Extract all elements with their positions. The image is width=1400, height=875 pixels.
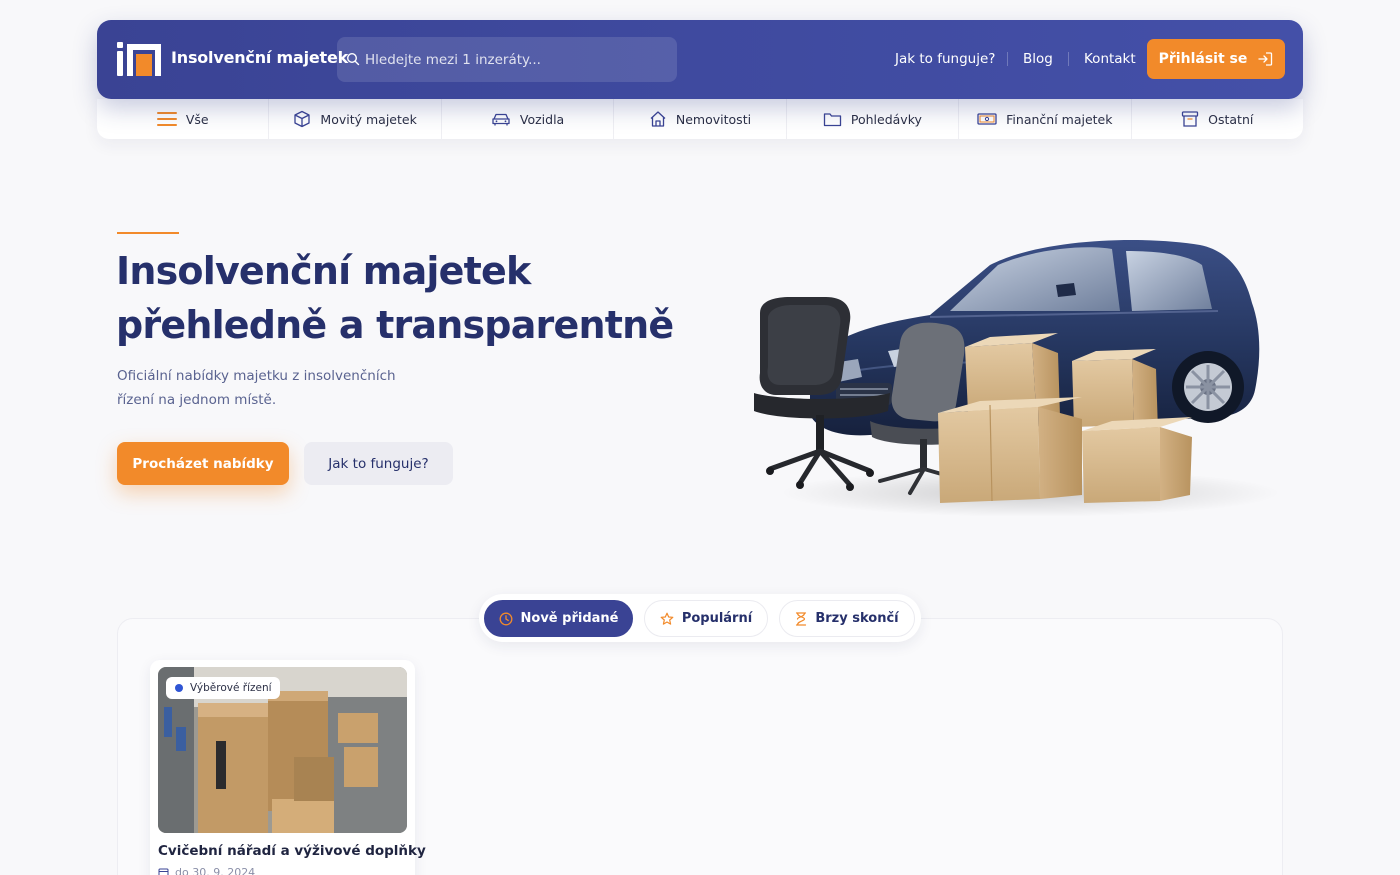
- listing-date: do 30. 9. 2024: [175, 866, 256, 875]
- hero-subtitle-line-1: Oficiální nabídky majetku z insolvenčníc…: [117, 368, 396, 384]
- category-label: Pohledávky: [850, 111, 922, 127]
- nav-separator: [1007, 52, 1008, 66]
- category-bar: Vše Movitý majetek Vozidla Nemovitosti P…: [97, 99, 1303, 139]
- brand-logo-icon[interactable]: [117, 42, 161, 76]
- folder-icon: [823, 113, 842, 127]
- archive-icon: [1181, 111, 1199, 127]
- hero-accent-line: [117, 232, 179, 234]
- hero-title-line-1: Insolvenční majetek: [116, 249, 531, 293]
- hero-title: Insolvenční majetek přehledně a transpar…: [116, 244, 736, 352]
- clock-icon: [499, 612, 512, 625]
- hero-subtitle: Oficiální nabídky majetku z insolvenčníc…: [117, 365, 417, 412]
- listing-title[interactable]: Cvičební nářadí a výživové doplňky: [158, 843, 426, 859]
- brand-name[interactable]: Insolvenční majetek: [171, 48, 348, 67]
- login-label: Přihlásit se: [1158, 51, 1248, 67]
- browse-offers-button[interactable]: Procházet nabídky: [117, 442, 289, 485]
- category-real-estate[interactable]: Nemovitosti: [614, 99, 787, 139]
- tab-label: Nově přidané: [520, 611, 619, 626]
- star-icon: [660, 612, 674, 625]
- nav-how-it-works[interactable]: Jak to funguje?: [895, 51, 995, 67]
- tab-ending-soon[interactable]: Brzy skončí: [779, 600, 915, 637]
- category-financial-assets[interactable]: Finanční majetek: [959, 99, 1132, 139]
- search-icon: [346, 52, 360, 66]
- nav-blog[interactable]: Blog: [1023, 51, 1053, 67]
- box-icon: [294, 110, 311, 128]
- status-dot: [175, 684, 183, 692]
- login-icon: [1258, 52, 1273, 66]
- listing-meta: do 30. 9. 2024: [158, 866, 255, 875]
- login-button[interactable]: Přihlásit se: [1147, 39, 1285, 79]
- hero-subtitle-line-2: řízení na jednom místě.: [117, 391, 277, 408]
- category-label: Finanční majetek: [1006, 111, 1113, 127]
- listing-badge: Výběrové řízení: [166, 677, 280, 699]
- tab-label: Brzy skončí: [815, 611, 899, 626]
- hourglass-icon: [796, 611, 807, 626]
- category-all[interactable]: Vše: [97, 99, 270, 139]
- tab-popular[interactable]: Populární: [644, 600, 768, 637]
- category-other[interactable]: Ostatní: [1132, 99, 1303, 139]
- car-icon: [492, 113, 510, 126]
- category-receivables[interactable]: Pohledávky: [787, 99, 960, 139]
- how-it-works-button[interactable]: Jak to funguje?: [304, 442, 453, 485]
- category-label: Nemovitosti: [675, 111, 752, 127]
- nav-separator: [1068, 52, 1069, 66]
- tab-label: Populární: [681, 611, 753, 626]
- nav-contact[interactable]: Kontakt: [1084, 51, 1136, 67]
- top-header: Insolvenční majetek Jak to funguje? Blog…: [97, 20, 1303, 99]
- category-label: Movitý majetek: [320, 111, 417, 127]
- listing-tabs: Nově přidané Populární Brzy skončí: [479, 594, 921, 642]
- category-movable-assets[interactable]: Movitý majetek: [269, 99, 442, 139]
- calendar-icon: [158, 868, 169, 875]
- category-vehicles[interactable]: Vozidla: [442, 99, 615, 139]
- badge-label: Výběrové řízení: [190, 682, 272, 694]
- house-icon: [650, 111, 666, 127]
- category-label: Ostatní: [1208, 111, 1254, 127]
- search-input[interactable]: [365, 37, 665, 82]
- category-label: Vozidla: [519, 111, 565, 127]
- hero-illustration: [754, 239, 1280, 517]
- hero-title-line-2: přehledně a transparentně: [116, 303, 674, 347]
- category-label: Vše: [185, 111, 209, 127]
- tab-newly-added[interactable]: Nově přidané: [484, 600, 633, 637]
- search-box[interactable]: [337, 37, 677, 82]
- banknote-icon: [977, 113, 997, 125]
- menu-icon: [156, 112, 177, 126]
